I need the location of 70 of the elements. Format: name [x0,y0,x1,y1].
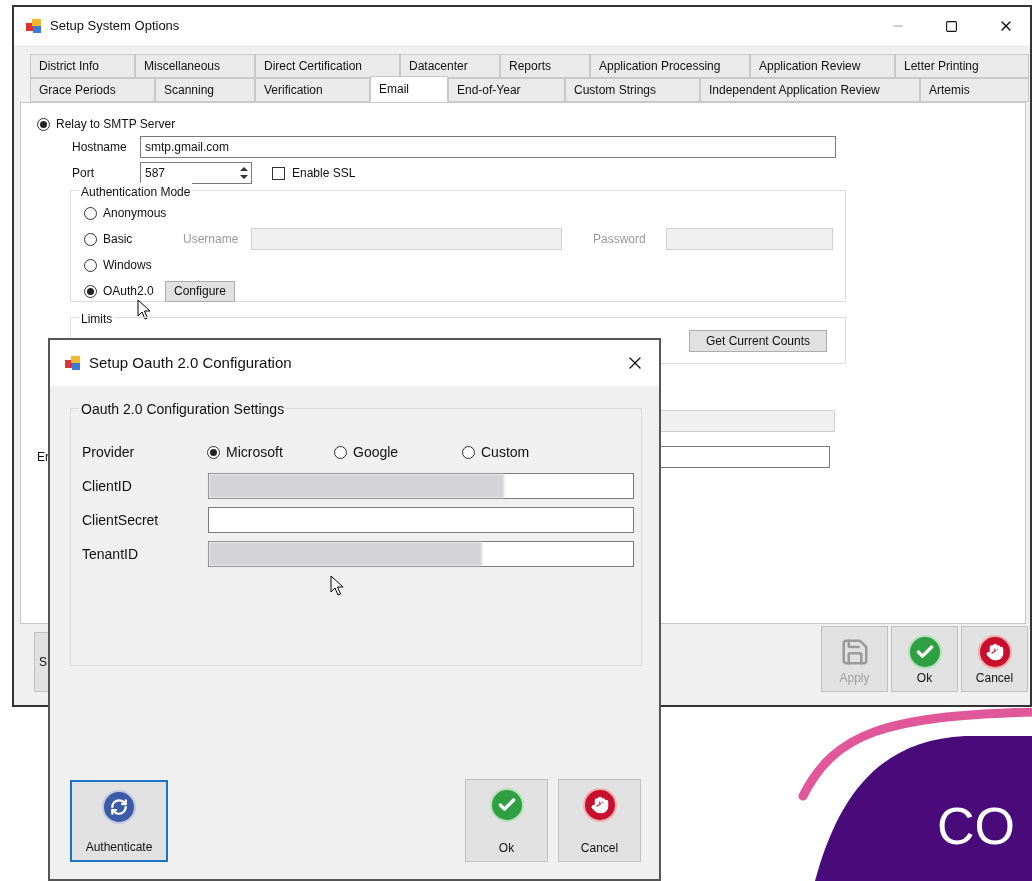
checkmark-icon [907,635,942,669]
radio-label: Anonymous [103,205,168,222]
hand-icon [582,788,617,822]
tab[interactable]: Datacenter [400,54,500,78]
logo-text: CO [937,800,1015,852]
tab[interactable]: Independent Application Review [700,78,920,102]
checkbox-label: Enable SSL [292,165,356,182]
tab[interactable]: Application Review [750,54,895,78]
tab[interactable]: Custom Strings [565,78,700,102]
checkbox[interactable] [272,166,285,180]
tab[interactable]: Miscellaneous [135,54,255,78]
tab[interactable]: Email [370,76,448,102]
text-field[interactable] [208,473,634,499]
dialog-title: Setup Oauth 2.0 Configuration [89,352,292,373]
tab[interactable]: District Info [30,54,135,78]
radio-button[interactable] [84,258,97,272]
refresh-icon [102,790,136,824]
tab[interactable]: Grace Periods [30,78,155,102]
field-label: Password [593,231,647,248]
password-field[interactable] [666,228,833,250]
username-field[interactable] [251,228,562,250]
app-icon [26,19,42,33]
radio-label: Custom [481,442,530,462]
radio-label: OAuth2.0 [103,283,155,300]
field-label: Provider [82,442,136,462]
tab[interactable]: Verification [255,78,370,102]
tab[interactable]: Artemis [920,78,1029,102]
radio-button[interactable] [37,117,50,131]
field-label: Port [72,165,95,182]
field-label: TenantID [82,544,140,564]
mouse-pointer-icon [330,575,344,596]
radio-button[interactable] [84,232,97,246]
tab[interactable]: Scanning [155,78,255,102]
radio-label: Microsoft [226,442,283,462]
tab[interactable]: Letter Printing [895,54,1029,78]
radio-button[interactable] [207,445,220,459]
toolbar-button[interactable]: Ok [891,626,958,692]
configure-button[interactable]: Configure [165,280,236,302]
field-label: ClientID [82,476,133,496]
port-field[interactable]: 587 [140,162,252,184]
hand-icon [977,635,1012,669]
tab[interactable]: Direct Certification [255,54,400,78]
maximize-icon[interactable] [945,19,958,33]
app-icon [65,356,81,370]
radio-label: Basic [103,231,134,248]
tab[interactable]: Reports [500,54,590,78]
text-field[interactable] [208,507,634,533]
field-label: ClientSecret [82,510,160,530]
toolbar-button[interactable]: Authenticate [70,780,168,862]
radio-button[interactable] [84,206,97,220]
tab[interactable]: Application Processing [590,54,750,78]
checkmark-icon [489,788,524,822]
field-label: Er [37,449,50,466]
tab[interactable]: End-of-Year [448,78,565,102]
radio-label: Relay to SMTP Server [56,116,176,133]
field-label: Hostname [72,139,128,156]
radio-label: Google [353,442,399,462]
hostname-field[interactable]: smtp.gmail.com [140,136,836,158]
window-title: Setup System Options [50,17,180,36]
radio-button[interactable] [334,445,347,459]
text-field[interactable] [208,541,634,567]
get-current-counts-button[interactable]: Get Current Counts [689,329,827,352]
radio-button[interactable] [84,284,97,298]
toolbar-button[interactable]: Cancel [558,779,641,862]
toolbar-button[interactable]: Ok [465,779,548,862]
field-label: Username [183,231,240,248]
toolbar-button[interactable]: Cancel [961,626,1028,692]
radio-label: Windows [103,257,153,274]
radio-button[interactable] [462,445,475,459]
mouse-pointer-icon [137,299,151,320]
